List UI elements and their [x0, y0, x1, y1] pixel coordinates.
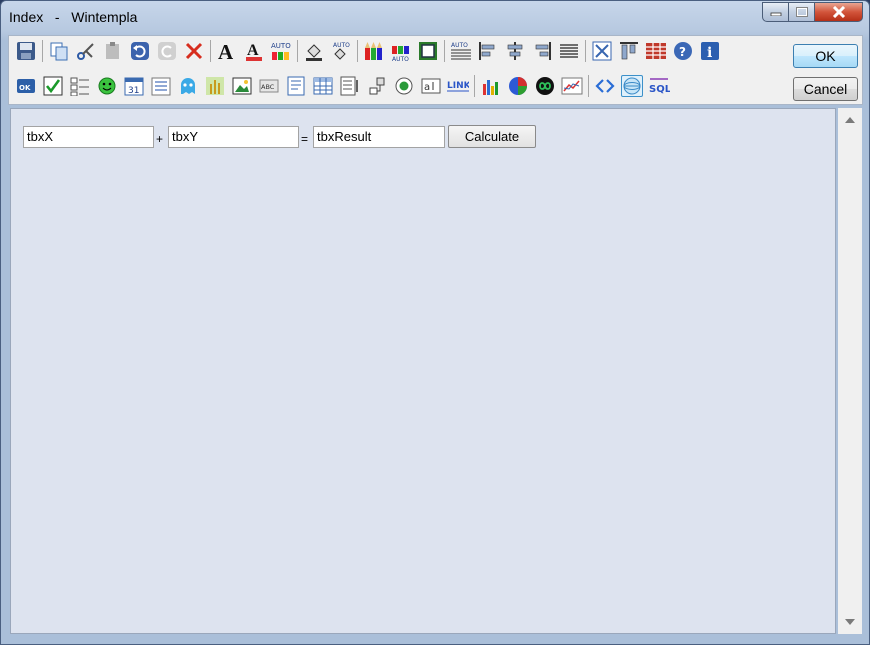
minimize-button[interactable] [762, 2, 789, 22]
code-icon[interactable] [594, 75, 616, 97]
picture-icon[interactable] [231, 75, 253, 97]
save-icon[interactable] [15, 40, 37, 62]
dialog-buttons: OK Cancel [793, 44, 858, 101]
toolbar-separator [588, 75, 589, 97]
toolbar-separator [357, 40, 358, 62]
checklist-icon[interactable] [69, 75, 91, 97]
radio-icon[interactable] [393, 75, 415, 97]
checkbox-icon[interactable] [42, 75, 64, 97]
vertical-scrollbar[interactable] [838, 108, 862, 634]
plus-label: + [156, 132, 164, 146]
svg-text:a: a [424, 82, 430, 93]
toolbar-area: A A AUTO AUTO AUTO AUTO ? i OK 31 ABC a … [8, 35, 863, 105]
toolbar-separator [585, 40, 586, 62]
toolbar-separator [210, 40, 211, 62]
tbx-x-field[interactable]: tbxX [23, 126, 154, 148]
delete-icon[interactable] [183, 40, 205, 62]
align-right-icon[interactable] [531, 40, 553, 62]
undo-icon[interactable] [129, 40, 151, 62]
cancel-button[interactable]: Cancel [793, 77, 858, 101]
main-window: Index - Wintempla A A AUTO AUTO AUTO AUT… [0, 0, 870, 645]
svg-text:AUTO: AUTO [451, 42, 468, 49]
paste-icon[interactable] [102, 40, 124, 62]
toolbar-row-2: OK 31 ABC a LINK SQL [15, 74, 675, 98]
font-icon[interactable]: A [216, 40, 238, 62]
calculate-button[interactable]: Calculate [448, 125, 536, 148]
sql-icon[interactable]: SQL [648, 75, 670, 97]
tbx-y-field[interactable]: tbxY [168, 126, 299, 148]
maximize-icon [795, 7, 808, 17]
close-button[interactable] [815, 2, 863, 22]
svg-text:OK: OK [19, 84, 31, 92]
calendar-icon[interactable]: 31 [123, 75, 145, 97]
textfield-icon[interactable]: a [420, 75, 442, 97]
svg-text:AUTO: AUTO [333, 42, 350, 49]
line-chart-icon[interactable] [561, 75, 583, 97]
abc-label-icon[interactable]: ABC [258, 75, 280, 97]
cut-icon[interactable] [75, 40, 97, 62]
svg-text:AUTO: AUTO [271, 42, 291, 50]
smiley-icon[interactable] [96, 75, 118, 97]
fill-color-icon[interactable] [303, 40, 325, 62]
toolbar-row-1: A A AUTO AUTO AUTO AUTO ? i [15, 39, 726, 63]
svg-text:AUTO: AUTO [392, 56, 409, 62]
align-top-icon[interactable] [618, 40, 640, 62]
close-icon [832, 6, 845, 18]
window-controls [762, 2, 863, 22]
font-color-icon[interactable]: A [243, 40, 265, 62]
toolbar-separator [42, 40, 43, 62]
border-icon[interactable] [417, 40, 439, 62]
pencils-icon[interactable] [363, 40, 385, 62]
hierarchy-icon[interactable] [366, 75, 388, 97]
help-icon[interactable]: ? [672, 40, 694, 62]
align-center-icon[interactable] [504, 40, 526, 62]
table-icon[interactable] [312, 75, 334, 97]
tree-icon[interactable] [339, 75, 361, 97]
auto-color-icon[interactable]: AUTO [270, 40, 292, 62]
svg-text:i: i [707, 45, 712, 61]
auto-fill-icon[interactable]: AUTO [330, 40, 352, 62]
button-control-icon[interactable]: OK [15, 75, 37, 97]
image-wheat-icon[interactable] [204, 75, 226, 97]
ok-button[interactable]: OK [793, 44, 858, 68]
copy-icon[interactable] [48, 40, 70, 62]
toolbar-separator [474, 75, 475, 97]
ghost-icon[interactable] [177, 75, 199, 97]
equals-label: = [301, 132, 309, 146]
svg-text:31: 31 [128, 86, 139, 96]
justify-icon[interactable] [558, 40, 580, 62]
infinity-icon[interactable] [534, 75, 556, 97]
svg-text:LINK: LINK [447, 81, 469, 91]
design-canvas[interactable]: tbxX + tbxY = tbxResult Calculate [10, 108, 836, 634]
minimize-icon [770, 12, 781, 16]
auto-align-icon[interactable]: AUTO [450, 40, 472, 62]
title-bar[interactable]: Index - Wintempla [1, 1, 869, 35]
svg-text:ABC: ABC [261, 83, 275, 91]
scroll-up-icon[interactable] [845, 117, 855, 123]
svg-text:?: ? [679, 45, 686, 59]
listview-icon[interactable] [150, 75, 172, 97]
auto-pencils-icon[interactable]: AUTO [390, 40, 412, 62]
maximize-button[interactable] [789, 2, 815, 22]
pie-chart-icon[interactable] [507, 75, 529, 97]
svg-text:A: A [218, 40, 234, 62]
svg-text:SQL: SQL [649, 84, 670, 95]
info-icon[interactable]: i [699, 40, 721, 62]
toolbar-separator [297, 40, 298, 62]
toolbar-separator [444, 40, 445, 62]
link-icon[interactable]: LINK [447, 75, 469, 97]
bar-chart-icon[interactable] [480, 75, 502, 97]
web-icon[interactable] [621, 75, 643, 97]
textbox-icon[interactable] [285, 75, 307, 97]
redo-icon[interactable] [156, 40, 178, 62]
svg-text:A: A [247, 42, 259, 59]
align-left-icon[interactable] [477, 40, 499, 62]
grid-icon[interactable] [645, 40, 667, 62]
tbx-result-field[interactable]: tbxResult [313, 126, 445, 148]
expand-icon[interactable] [591, 40, 613, 62]
window-title: Index - Wintempla [9, 9, 138, 25]
scroll-down-icon[interactable] [845, 619, 855, 625]
